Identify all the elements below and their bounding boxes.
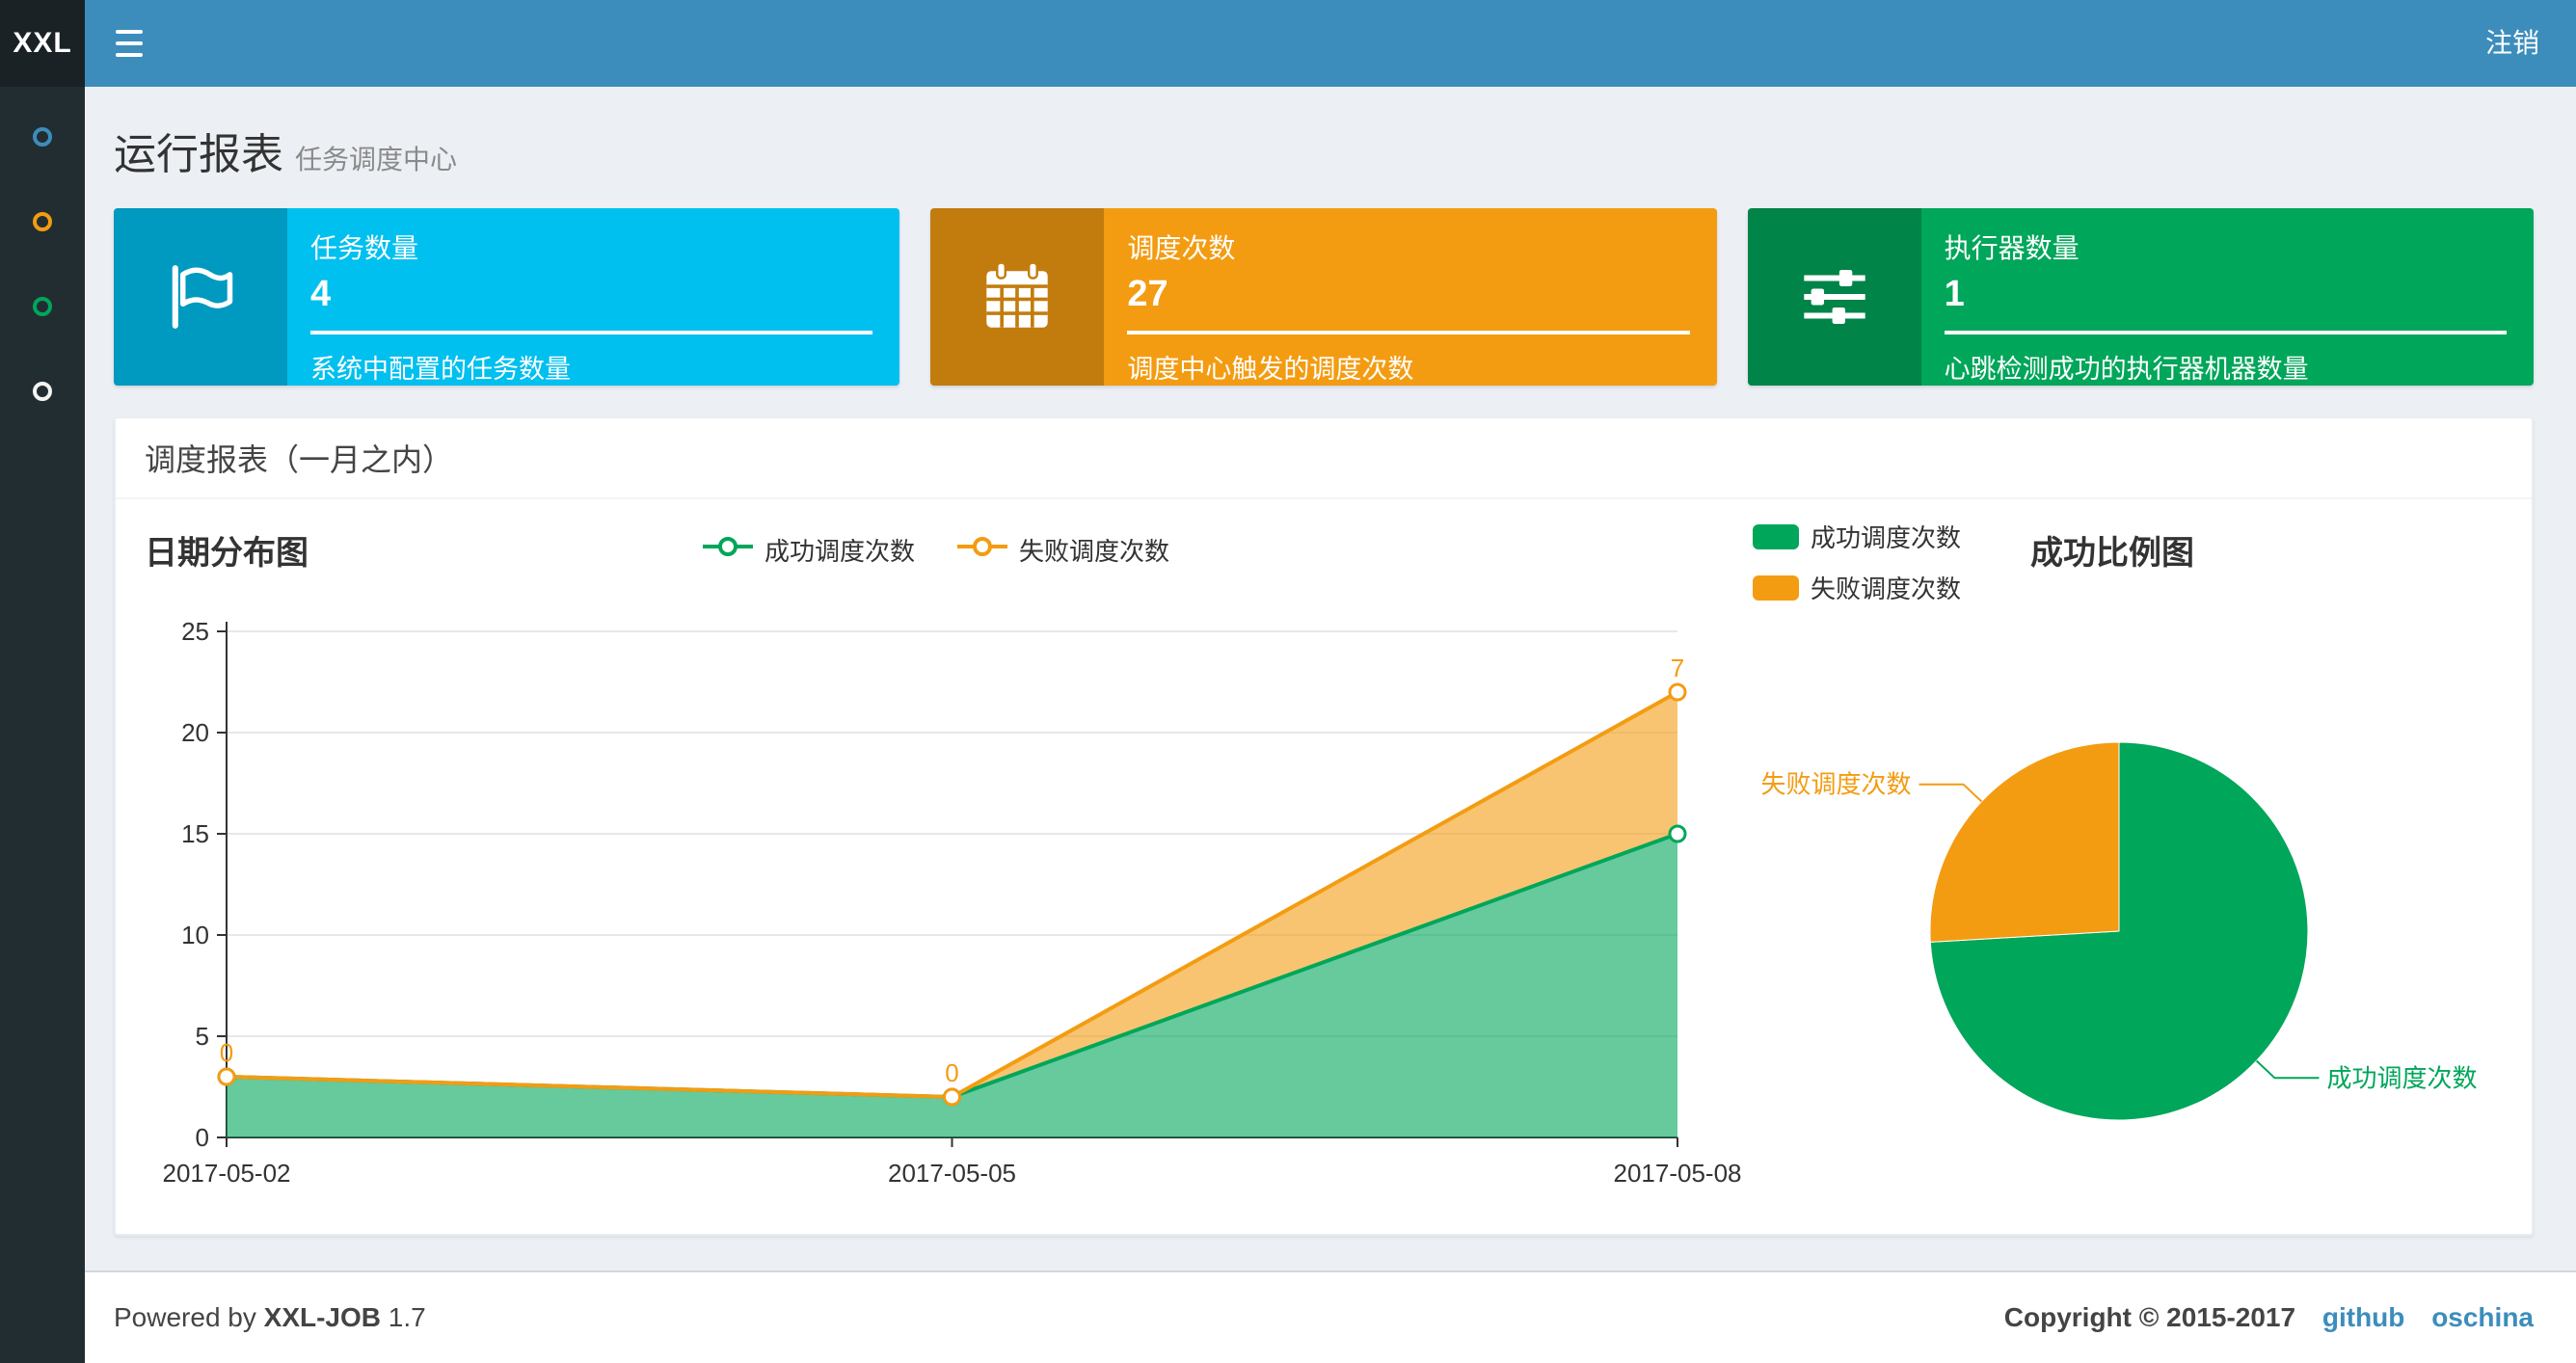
github-link[interactable]: github: [2322, 1302, 2405, 1332]
info-box-description: 心跳检测成功的执行器机器数量: [1944, 355, 2309, 384]
svg-text:成功调度次数: 成功调度次数: [2327, 1063, 2478, 1092]
info-box-triggers: 调度次数 27 调度中心触发的调度次数: [930, 208, 1717, 386]
svg-text:25: 25: [181, 617, 209, 646]
svg-text:7: 7: [1671, 654, 1684, 682]
info-box-description: 调度中心触发的调度次数: [1127, 355, 1414, 384]
sidebar-item-dashboard[interactable]: [0, 94, 85, 179]
legend-item-fail[interactable]: 失败调度次数: [955, 532, 1169, 568]
flag-icon: [114, 208, 287, 386]
sidebar-item-job-log[interactable]: [0, 264, 85, 349]
progress-bar: [310, 331, 873, 334]
hamburger-icon: [116, 30, 143, 34]
circle-icon: [33, 212, 52, 231]
calendar-icon: [930, 208, 1105, 386]
panel-title: 调度报表（一月之内）: [116, 418, 2532, 499]
line-legend-icon: [701, 535, 755, 565]
line-chart-title: 日期分布图: [145, 535, 309, 572]
copyright-text: Copyright © 2015-2017: [2003, 1302, 2296, 1332]
circle-icon: [33, 127, 52, 147]
powered-by-text: Powered by XXL-JOB 1.7: [114, 1302, 426, 1332]
svg-text:10: 10: [181, 921, 209, 949]
progress-bar: [1127, 331, 1690, 334]
app-logo-text: XXL: [13, 27, 72, 59]
svg-text:2017-05-02: 2017-05-02: [163, 1159, 291, 1188]
logout-link[interactable]: 注销: [2449, 0, 2576, 87]
line-chart-legend: 成功调度次数 失败调度次数: [701, 532, 1169, 568]
svg-text:失败调度次数: 失败调度次数: [1760, 770, 1911, 799]
sidebar-nav: [0, 87, 85, 1363]
svg-text:2017-05-05: 2017-05-05: [888, 1159, 1016, 1188]
page-title: 运行报表 任务调度中心: [114, 131, 458, 178]
line-legend-icon: [955, 535, 1009, 565]
legend-swatch: [1753, 575, 1799, 601]
svg-text:0: 0: [196, 1123, 209, 1152]
progress-bar: [1944, 331, 2507, 334]
pie-legend-item-fail[interactable]: 失败调度次数: [1753, 570, 1961, 605]
sidebar-item-executor-manage[interactable]: [0, 349, 85, 434]
svg-text:20: 20: [181, 718, 209, 747]
pie-legend-item-success[interactable]: 成功调度次数: [1753, 519, 1961, 554]
date-distribution-chart: 0 5 10 15 20 25 2017-05-02 2017-05-05 2017-05-08…: [145, 598, 1742, 1205]
circle-icon: [33, 382, 52, 401]
info-box-label: 任务数量: [310, 233, 419, 263]
svg-text:0: 0: [220, 1038, 233, 1067]
svg-text:5: 5: [196, 1022, 209, 1051]
app-logo[interactable]: XXL: [0, 0, 85, 87]
info-box-description: 系统中配置的任务数量: [310, 355, 571, 384]
success-ratio-chart: 成功调度次数 失败调度次数: [1753, 598, 2478, 1205]
sidebar-toggle-button[interactable]: [85, 0, 174, 87]
info-box-jobs: 任务数量 4 系统中配置的任务数量: [114, 208, 900, 386]
pie-chart-legend: 成功调度次数 失败调度次数: [1753, 519, 1961, 621]
circle-icon: [33, 297, 52, 316]
summary-info-boxes: 任务数量 4 系统中配置的任务数量 调度次数 27 调度中心触发的调度次数 执行…: [85, 181, 2576, 386]
pie-chart-title: 成功比例图: [2030, 535, 2194, 572]
page-subtitle: 任务调度中心: [295, 145, 458, 174]
info-box-value: 27: [1127, 274, 1168, 314]
page-footer: Powered by XXL-JOB 1.7 Copyright © 2015-…: [85, 1270, 2576, 1363]
info-box-value: 1: [1944, 274, 1965, 314]
report-panel: 调度报表（一月之内） 日期分布图 成功调度次数 失败调度次数 0 5 10 15…: [114, 416, 2534, 1236]
content-area: 运行报表 任务调度中心 任务数量 4 系统中配置的任务数量 调度次数 27 调度…: [85, 87, 2576, 1270]
info-box-executors: 执行器数量 1 心跳检测成功的执行器机器数量: [1747, 208, 2534, 386]
legend-item-success[interactable]: 成功调度次数: [701, 532, 915, 568]
svg-text:2017-05-08: 2017-05-08: [1614, 1159, 1742, 1188]
legend-swatch: [1753, 523, 1799, 549]
top-navbar: XXL 注销: [0, 0, 2576, 87]
info-box-value: 4: [310, 274, 332, 314]
info-box-label: 执行器数量: [1944, 233, 2080, 263]
svg-text:15: 15: [181, 819, 209, 848]
sliders-icon: [1747, 208, 1921, 386]
info-box-label: 调度次数: [1127, 233, 1236, 263]
oschina-link[interactable]: oschina: [2431, 1302, 2534, 1332]
svg-text:0: 0: [945, 1058, 958, 1087]
sidebar-item-job-manage[interactable]: [0, 179, 85, 264]
